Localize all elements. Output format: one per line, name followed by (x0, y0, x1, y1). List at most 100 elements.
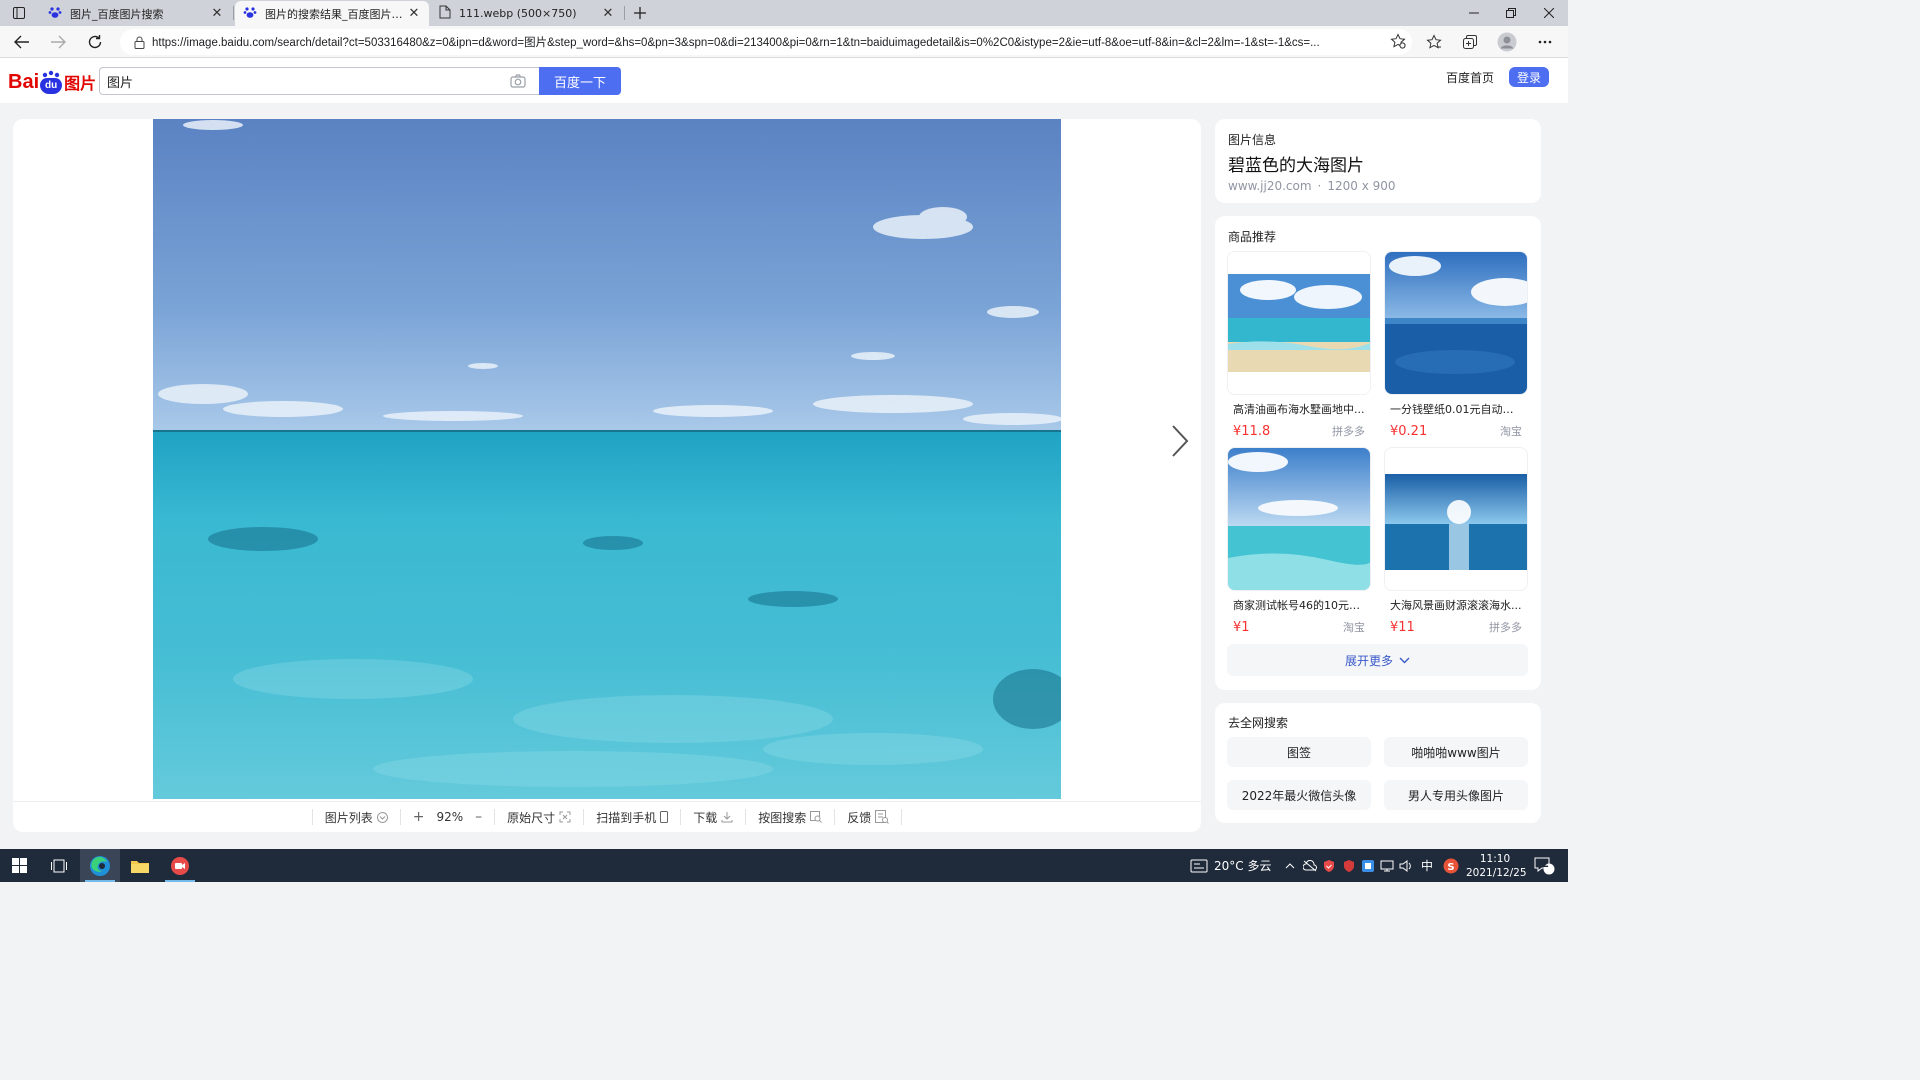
web-search-tag[interactable]: 图签 (1227, 737, 1371, 767)
notification-center-icon[interactable]: 2 (1530, 849, 1558, 882)
restore-button[interactable] (1492, 0, 1529, 26)
file-explorer-icon[interactable] (120, 849, 160, 882)
main-image-ocean[interactable] (153, 119, 1061, 799)
chevron-up-icon[interactable] (1282, 849, 1298, 882)
weather-text[interactable]: 20°C 多云 (1214, 849, 1271, 882)
product-card[interactable]: 高清油画布海水墅画地中... ¥11.8 拼多多 (1227, 251, 1371, 439)
forward-button[interactable] (46, 31, 70, 53)
product-title[interactable]: 一分钱壁纸0.01元自动发... (1384, 401, 1522, 417)
image-dimensions: 1200 x 900 (1327, 179, 1396, 193)
refresh-button[interactable] (83, 31, 107, 53)
profile-avatar[interactable] (1495, 31, 1519, 53)
tab-title: 图片的搜索结果_百度图片搜索 (265, 7, 407, 21)
browser-toolbar: https://image.baidu.com/search/detail?ct… (0, 26, 1568, 58)
close-window-button[interactable] (1530, 0, 1567, 26)
product-shop: 淘宝 (1343, 621, 1365, 634)
web-search-tag[interactable]: 男人专用头像图片 (1384, 780, 1528, 810)
baidu-home-link[interactable]: 百度首页 (1446, 69, 1494, 86)
system-clock[interactable]: 11:10 2021/12/25 (1466, 852, 1527, 880)
cloud-sync-icon[interactable] (1301, 849, 1319, 882)
baidu-image-logo[interactable]: Bai du 图片 (8, 64, 96, 94)
login-button[interactable]: 登录 (1509, 67, 1549, 87)
product-title[interactable]: 高清油画布海水墅画地中... (1227, 401, 1365, 417)
image-search-icon (810, 811, 823, 823)
product-title[interactable]: 商家测试帐号46的10元无... (1227, 597, 1365, 613)
next-image-chevron-icon[interactable] (1169, 424, 1191, 461)
product-shop: 淘宝 (1500, 425, 1522, 438)
scan-to-phone-button[interactable]: 扫描到手机 (583, 809, 680, 825)
screen-recorder-icon[interactable] (160, 849, 200, 882)
tab-close-icon[interactable]: ✕ (407, 6, 421, 21)
product-meta: ¥1 淘宝 (1227, 619, 1371, 635)
web-search-tag[interactable]: 啪啪啪www图片 (1384, 737, 1528, 767)
feedback-button[interactable]: 反馈 (834, 809, 903, 825)
product-card[interactable]: 大海风景画财源滚滚海水... ¥11 拼多多 (1384, 447, 1528, 635)
product-card[interactable]: 商家测试帐号46的10元无... ¥1 淘宝 (1227, 447, 1371, 635)
image-meta: www.jj20.com · 1200 x 900 (1228, 179, 1396, 193)
zoom-out-icon[interactable]: – (475, 809, 482, 825)
image-list-button[interactable]: 图片列表 (311, 809, 400, 825)
search-by-image-button[interactable]: 按图搜索 (745, 809, 834, 825)
zoom-in-icon[interactable]: + (413, 809, 425, 825)
product-image[interactable] (1227, 447, 1371, 591)
product-title[interactable]: 大海风景画财源滚滚海水... (1384, 597, 1522, 613)
tab-close-icon[interactable]: ✕ (601, 6, 615, 21)
security-shield-icon[interactable] (1320, 849, 1338, 882)
favorite-add-icon[interactable] (1390, 32, 1406, 52)
new-tab-button[interactable] (630, 3, 650, 23)
app-tray-icon[interactable] (1359, 849, 1377, 882)
minimize-button[interactable] (1455, 0, 1492, 26)
lock-icon[interactable] (126, 36, 152, 49)
search-button[interactable]: 百度一下 (539, 67, 621, 95)
chevron-down-icon (376, 811, 388, 823)
product-recommend-card: 商品推荐 高清油画布海水墅画地中... ¥11.8 拼多多 一分钱壁纸0.01元… (1215, 216, 1541, 690)
tab-close-icon[interactable]: ✕ (210, 6, 224, 21)
expand-more-button[interactable]: 展开更多 (1227, 644, 1528, 676)
download-button[interactable]: 下载 (680, 809, 745, 825)
search-input-value[interactable]: 图片 (107, 72, 133, 91)
edge-browser-icon[interactable] (80, 849, 120, 882)
more-menu-icon[interactable] (1533, 31, 1557, 53)
product-card[interactable]: 一分钱壁纸0.01元自动发... ¥0.21 淘宝 (1384, 251, 1528, 439)
tab-webp[interactable]: 111.webp (500×750) ✕ (431, 1, 623, 26)
web-search-tag[interactable]: 2022年最火微信头像 (1227, 780, 1371, 810)
product-image[interactable] (1384, 251, 1528, 395)
image-title: 碧蓝色的大海图片 (1228, 156, 1364, 176)
product-meta: ¥11.8 拼多多 (1227, 423, 1371, 439)
camera-icon[interactable] (510, 74, 526, 92)
browser-tab-strip: 图片_百度图片搜索 ✕ 图片的搜索结果_百度图片搜索 ✕ 111.webp (5… (0, 0, 1568, 26)
product-image[interactable] (1227, 251, 1371, 395)
tab-actions-icon[interactable] (8, 4, 30, 22)
favorites-icon[interactable] (1422, 31, 1446, 53)
network-icon[interactable] (1378, 849, 1396, 882)
web-search-card: 去全网搜索 图签 啪啪啪www图片 2022年最火微信头像 男人专用头像图片 (1215, 703, 1541, 823)
url-text[interactable]: https://image.baidu.com/search/detail?ct… (152, 34, 1372, 50)
product-image[interactable] (1384, 447, 1528, 591)
start-windows-icon[interactable] (0, 849, 38, 882)
tab-title: 图片_百度图片搜索 (70, 7, 164, 21)
sogou-input-icon[interactable]: S (1441, 849, 1461, 882)
original-size-button[interactable]: 原始尺寸 (494, 809, 583, 825)
task-view-icon[interactable] (40, 849, 78, 882)
address-bar[interactable]: https://image.baidu.com/search/detail?ct… (120, 29, 1412, 55)
search-by-image-label: 按图搜索 (758, 810, 807, 825)
zoom-level: 92% (436, 810, 464, 824)
image-source-link[interactable]: www.jj20.com (1228, 179, 1312, 193)
tab-search-result[interactable]: 图片的搜索结果_百度图片搜索 ✕ (235, 1, 429, 26)
search-input[interactable]: 图片 (99, 67, 540, 95)
original-size-label: 原始尺寸 (507, 810, 556, 825)
back-button[interactable] (10, 31, 34, 53)
product-shop: 拼多多 (1332, 425, 1365, 438)
antivirus-icon[interactable] (1340, 849, 1358, 882)
download-label: 下载 (693, 810, 718, 825)
logo-suffix: 图片 (64, 74, 97, 93)
expand-icon (559, 811, 571, 823)
baidu-header: Bai du 图片 图片 百度一下 百度首页 登录 (0, 58, 1568, 103)
input-method-indicator[interactable]: 中 (1421, 849, 1433, 882)
product-shop: 拼多多 (1489, 621, 1522, 634)
volume-icon[interactable] (1397, 849, 1415, 882)
weather-widget-icon[interactable] (1188, 849, 1210, 882)
tab-image-search[interactable]: 图片_百度图片搜索 ✕ (40, 1, 232, 26)
collections-icon[interactable] (1458, 31, 1482, 53)
clock-date: 2021/12/25 (1466, 867, 1527, 879)
